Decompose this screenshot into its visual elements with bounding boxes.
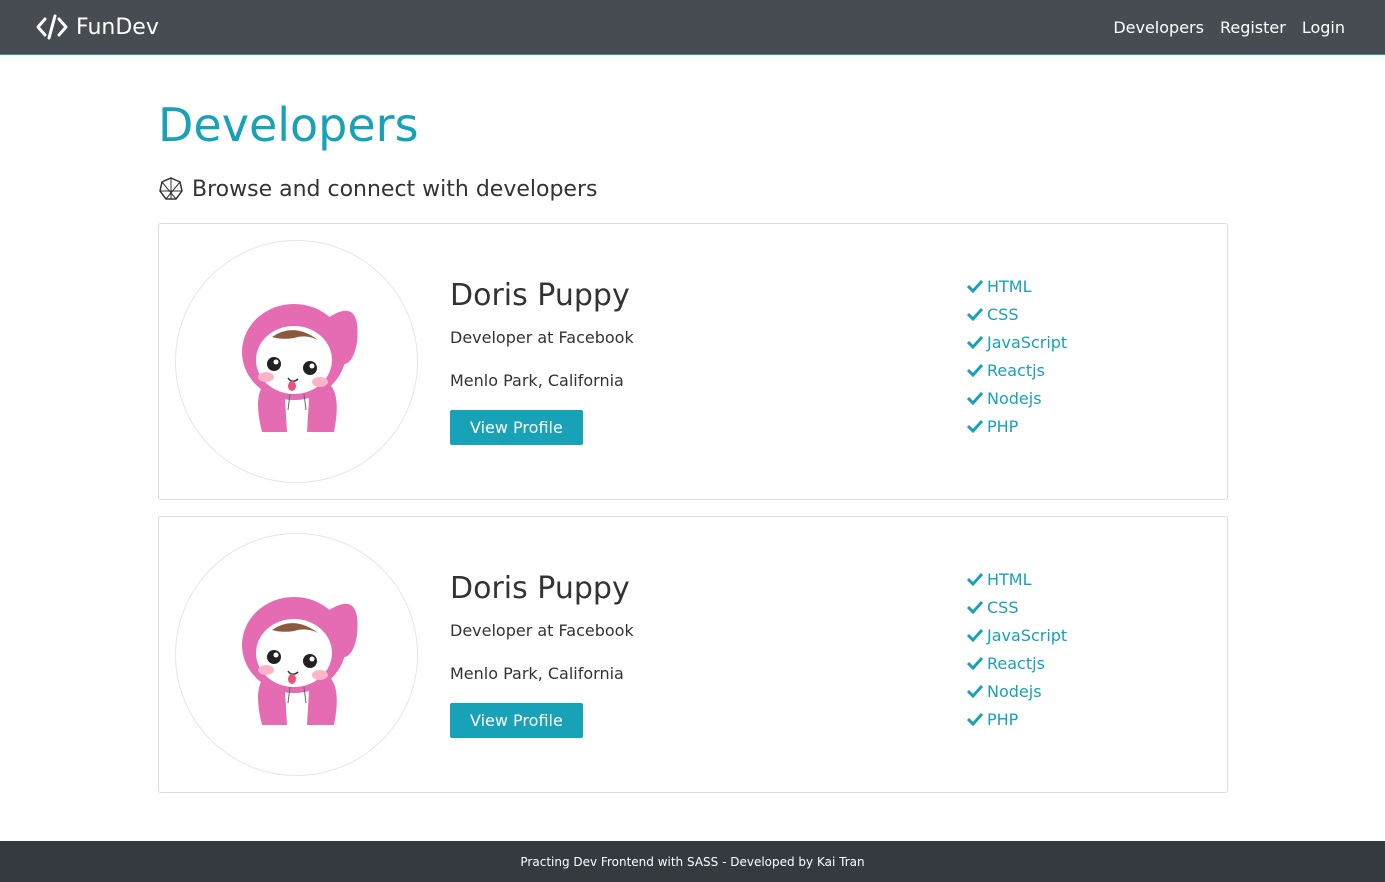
skill-item: HTML [967,272,1067,300]
nav-links: Developers Register Login [1113,18,1345,37]
check-icon [967,279,983,293]
nav-link-developers[interactable]: Developers [1113,18,1204,37]
nav-link-login[interactable]: Login [1302,18,1345,37]
skill-item: Nodejs [967,384,1067,412]
check-icon [967,335,983,349]
check-icon [967,572,983,586]
brand-link[interactable]: FunDev [36,14,159,40]
skill-label: Nodejs [987,681,1042,701]
main-container: Developers Browse and connect with devel… [158,96,1228,202]
check-icon [967,391,983,405]
profile-location: Menlo Park, California [450,371,624,390]
lead-text-row: Browse and connect with developers [158,176,1228,202]
skill-label: PHP [987,416,1019,436]
skill-label: Nodejs [987,388,1042,408]
skill-item: Reactjs [967,356,1067,384]
check-icon [967,712,983,726]
avatar [175,240,418,483]
page-title: Developers [158,98,419,152]
check-icon [967,419,983,433]
profile-name: Doris Puppy [450,571,630,606]
skills-list: HTML CSS JavaScript Reactjs Nodejs PHP [967,272,1067,440]
check-icon [967,684,983,698]
profile-job: Developer at Facebook [450,328,634,347]
skill-item: JavaScript [967,328,1067,356]
check-icon [967,363,983,377]
skill-item: CSS [967,593,1067,621]
code-icon [36,14,68,40]
footer: Practing Dev Frontend with SASS - Develo… [0,841,1385,882]
skill-item: Nodejs [967,677,1067,705]
view-profile-button[interactable]: View Profile [450,703,583,738]
connect-icon [158,176,184,202]
skill-item: JavaScript [967,621,1067,649]
avatar [175,533,418,776]
skill-label: JavaScript [987,625,1068,645]
navbar: FunDev Developers Register Login [0,0,1385,55]
profile-location: Menlo Park, California [450,664,624,683]
skill-label: Reactjs [987,653,1045,673]
skill-item: PHP [967,412,1067,440]
footer-text: Practing Dev Frontend with SASS - Develo… [520,854,865,869]
check-icon [967,628,983,642]
check-icon [967,656,983,670]
check-icon [967,600,983,614]
skills-list: HTML CSS JavaScript Reactjs Nodejs PHP [967,565,1067,733]
profile-name: Doris Puppy [450,278,630,313]
brand-text: FunDev [76,14,159,40]
view-profile-button[interactable]: View Profile [450,410,583,445]
skill-label: CSS [987,304,1019,324]
profile-card: Doris Puppy Developer at Facebook Menlo … [158,223,1228,500]
skill-item: CSS [967,300,1067,328]
profile-info: Doris Puppy Developer at Facebook Menlo … [450,276,634,445]
profile-info: Doris Puppy Developer at Facebook Menlo … [450,569,634,738]
skill-label: CSS [987,597,1019,617]
skill-label: HTML [987,276,1032,296]
profile-card: Doris Puppy Developer at Facebook Menlo … [158,516,1228,793]
skill-label: JavaScript [987,332,1068,352]
check-icon [967,307,983,321]
skill-label: PHP [987,709,1019,729]
skill-item: PHP [967,705,1067,733]
skill-label: HTML [987,569,1032,589]
nav-link-register[interactable]: Register [1220,18,1286,37]
skill-item: Reactjs [967,649,1067,677]
skill-item: HTML [967,565,1067,593]
lead-text: Browse and connect with developers [192,176,598,202]
profile-job: Developer at Facebook [450,621,634,640]
skill-label: Reactjs [987,360,1045,380]
